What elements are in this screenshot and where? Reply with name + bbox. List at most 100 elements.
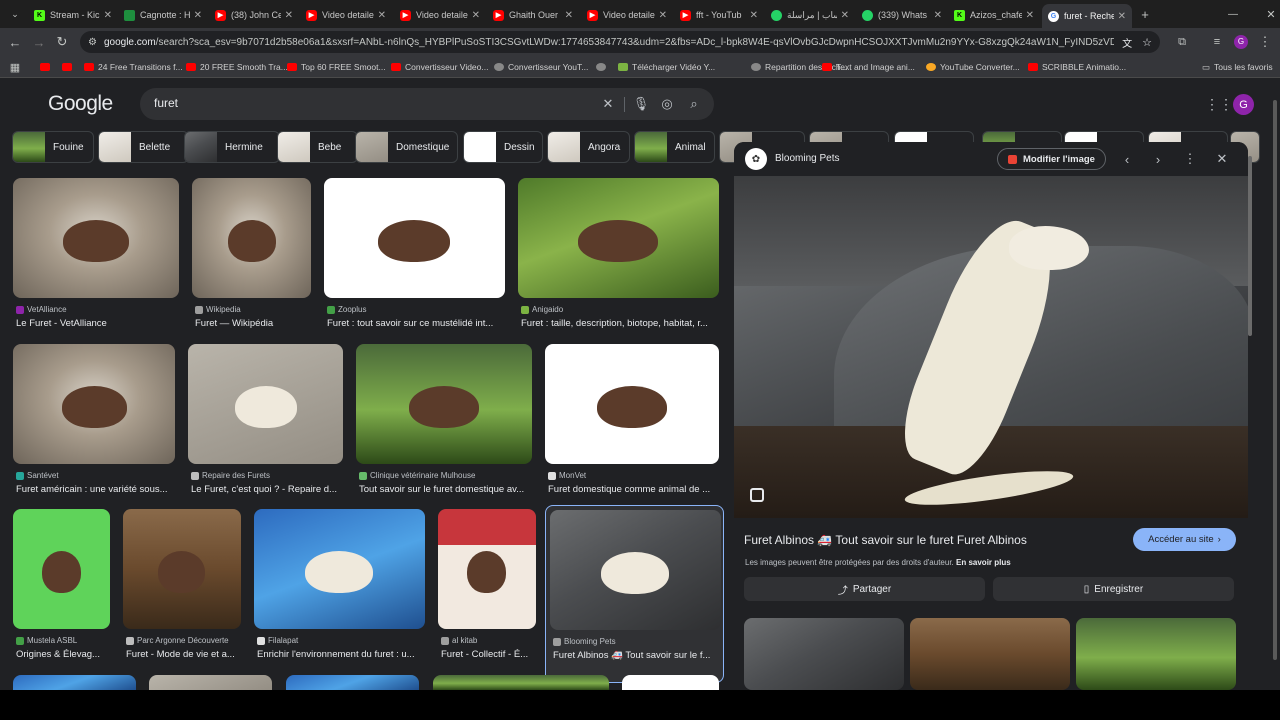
result-thumbnail[interactable] (123, 509, 241, 629)
search-input[interactable]: furet (154, 96, 178, 110)
reload-icon[interactable]: ↻ (53, 33, 71, 51)
save-button[interactable]: ▯ Enregistrer (993, 577, 1234, 601)
chip-hermine[interactable]: Hermine (184, 131, 280, 163)
result-thumbnail[interactable] (13, 178, 179, 298)
result-source[interactable]: Repaire des Furets (191, 471, 270, 480)
all-bookmarks-folder[interactable]: ▭ Tous les favoris (1202, 60, 1273, 74)
page-scrollbar[interactable] (1271, 100, 1279, 690)
search-icon[interactable]: ⌕ (685, 95, 703, 113)
browser-tab[interactable]: K Stream - Kick ✕ (28, 4, 118, 26)
next-image-icon[interactable]: › (1149, 150, 1167, 168)
search-box[interactable]: furet ✕ 🎙 ◎ ⌕ (140, 88, 714, 120)
image-result[interactable]: Parc Argonne Découverte Furet - Mode de v… (123, 509, 241, 679)
result-source[interactable]: al kitab (441, 636, 477, 645)
close-tab-icon[interactable]: ✕ (194, 10, 202, 21)
previous-image-icon[interactable]: ‹ (1118, 150, 1136, 168)
lens-icon[interactable] (750, 488, 764, 502)
result-source[interactable]: Mustela ASBL (16, 636, 77, 645)
result-title[interactable]: Furet : tout savoir sur ce mustélidé int… (327, 318, 504, 329)
scrollbar-thumb[interactable] (1248, 156, 1252, 336)
site-info-icon[interactable]: ⚙ (88, 37, 97, 48)
browser-tab[interactable]: Gfuret - Reche ✕ (1042, 4, 1132, 28)
bookmark-item[interactable]: SCRIBBLE Animatio... (1028, 60, 1126, 74)
result-thumbnail-partial[interactable] (149, 675, 272, 690)
close-tab-icon[interactable]: ✕ (750, 10, 758, 21)
browser-tab[interactable]: ▶ (38) John Ce ✕ (209, 4, 299, 26)
close-tab-icon[interactable]: ✕ (1118, 11, 1126, 22)
result-source[interactable]: Wikipedia (195, 305, 241, 314)
result-title[interactable]: Furet - Collectif - É... (441, 649, 535, 660)
bookmark-item[interactable]: 20 FREE Smooth Tra... (186, 60, 288, 74)
bookmark-item[interactable]: Text and Image ani... (822, 60, 915, 74)
chip-dessin[interactable]: Dessin (463, 131, 543, 163)
learn-more-link[interactable]: En savoir plus (956, 558, 1011, 567)
result-thumbnail[interactable] (188, 344, 343, 464)
address-bar[interactable]: ⚙ google.com/search?sca_esv=9b7071d2b58e… (80, 31, 1160, 53)
voice-search-icon[interactable]: 🎙 (632, 95, 650, 113)
image-result[interactable]: Santévet Furet américain : une variété so… (13, 344, 175, 514)
back-arrow-icon[interactable]: ← (6, 33, 24, 51)
result-title[interactable]: Furet domestique comme animal de ... (548, 484, 718, 495)
result-source[interactable]: Clinique vétérinaire Mulhouse (359, 471, 475, 480)
url-text[interactable]: google.com/search?sca_esv=9b7071d2b58e06… (104, 37, 1114, 48)
browser-tab[interactable]: Cagnotte : H ✕ (118, 4, 208, 26)
bookmark-item[interactable]: 24 Free Transitions f... (84, 60, 183, 74)
bookmark-item[interactable] (40, 60, 54, 74)
bookmark-item[interactable]: Télécharger Vidéo Y... (618, 60, 715, 74)
translate-icon[interactable]: 文 (1122, 35, 1132, 50)
image-result[interactable]: Filalapat Enrichir l'environnement du fur… (254, 509, 425, 679)
related-image-thumbnail[interactable] (910, 618, 1070, 690)
panel-title[interactable]: Furet Albinos 🚑 Tout savoir sur le furet… (744, 533, 1027, 547)
extensions-icon[interactable]: ⧉ (1173, 33, 1191, 51)
bookmark-item[interactable]: YouTube Converter... (926, 60, 1020, 74)
result-thumbnail-partial[interactable] (286, 675, 419, 690)
result-thumbnail[interactable] (13, 344, 175, 464)
close-tab-icon[interactable]: ✕ (1026, 10, 1034, 21)
close-tab-icon[interactable]: ✕ (472, 10, 480, 21)
profile-icon[interactable]: G (1232, 33, 1250, 51)
image-result[interactable]: Blooming Pets Furet Albinos 🚑 Tout savoir… (545, 505, 724, 683)
result-thumbnail[interactable] (13, 509, 110, 629)
result-source[interactable]: MonVet (548, 471, 586, 480)
image-result[interactable]: Zooplus Furet : tout savoir sur ce mustél… (324, 178, 505, 348)
chip-angora[interactable]: Angora (547, 131, 630, 163)
clear-search-icon[interactable]: ✕ (599, 95, 617, 113)
result-title[interactable]: Furet américain : une variété sous... (16, 484, 174, 495)
result-title[interactable]: Furet - Mode de vie et a... (126, 649, 240, 660)
bookmark-item[interactable] (62, 60, 76, 74)
result-thumbnail-partial[interactable] (13, 675, 136, 690)
tab-search-chevron-icon[interactable]: ⌄ (6, 5, 24, 23)
close-tab-icon[interactable]: ✕ (285, 10, 293, 21)
browser-tab[interactable]: واتساب | مراسلة ✕ (765, 4, 855, 26)
media-controls-icon[interactable]: ≡ (1208, 33, 1226, 51)
browser-tab[interactable]: (339) Whats ✕ (856, 4, 948, 26)
bookmark-item[interactable]: Convertisseur YouT... (494, 60, 588, 74)
image-result[interactable]: Repaire des Furets Le Furet, c'est quoi ?… (188, 344, 343, 514)
result-thumbnail[interactable] (356, 344, 532, 464)
browser-tab[interactable]: ▶ Video detaile ✕ (394, 4, 486, 26)
result-thumbnail[interactable] (518, 178, 719, 298)
chip-fouine[interactable]: Fouine (12, 131, 94, 163)
browser-tab[interactable]: ▶ fft - YouTub ✕ (674, 4, 764, 26)
image-result[interactable]: Wikipedia Furet — Wikipédia (192, 178, 311, 348)
menu-kebab-icon[interactable]: ⋮ (1256, 33, 1274, 51)
result-source[interactable]: Zooplus (327, 305, 366, 314)
related-image-thumbnail[interactable] (744, 618, 904, 690)
close-tab-icon[interactable]: ✕ (565, 10, 573, 21)
bookmark-item[interactable]: Convertisseur Video... (391, 60, 488, 74)
close-tab-icon[interactable]: ✕ (841, 10, 849, 21)
apps-grid-icon[interactable]: ▦ (6, 58, 24, 76)
result-title[interactable]: Le Furet - VetAlliance (16, 318, 178, 329)
image-result[interactable]: Anigaido Furet : taille, description, bio… (518, 178, 719, 348)
visit-site-button[interactable]: Accéder au site › (1133, 528, 1236, 551)
close-tab-icon[interactable]: ✕ (378, 10, 386, 21)
browser-tab[interactable]: ▶ Ghaith Ouer ✕ (487, 4, 579, 26)
result-title[interactable]: Enrichir l'environnement du furet : u... (257, 649, 424, 660)
result-source[interactable]: Blooming Pets (553, 637, 616, 646)
result-source[interactable]: Parc Argonne Découverte (126, 636, 229, 645)
chip-bebe[interactable]: Bebe (277, 131, 358, 163)
image-result[interactable]: Clinique vétérinaire Mulhouse Tout savoir… (356, 344, 532, 514)
result-thumbnail[interactable] (550, 510, 721, 630)
scrollbar-thumb[interactable] (1273, 100, 1277, 660)
new-tab-plus-icon[interactable]: + (1136, 5, 1154, 23)
